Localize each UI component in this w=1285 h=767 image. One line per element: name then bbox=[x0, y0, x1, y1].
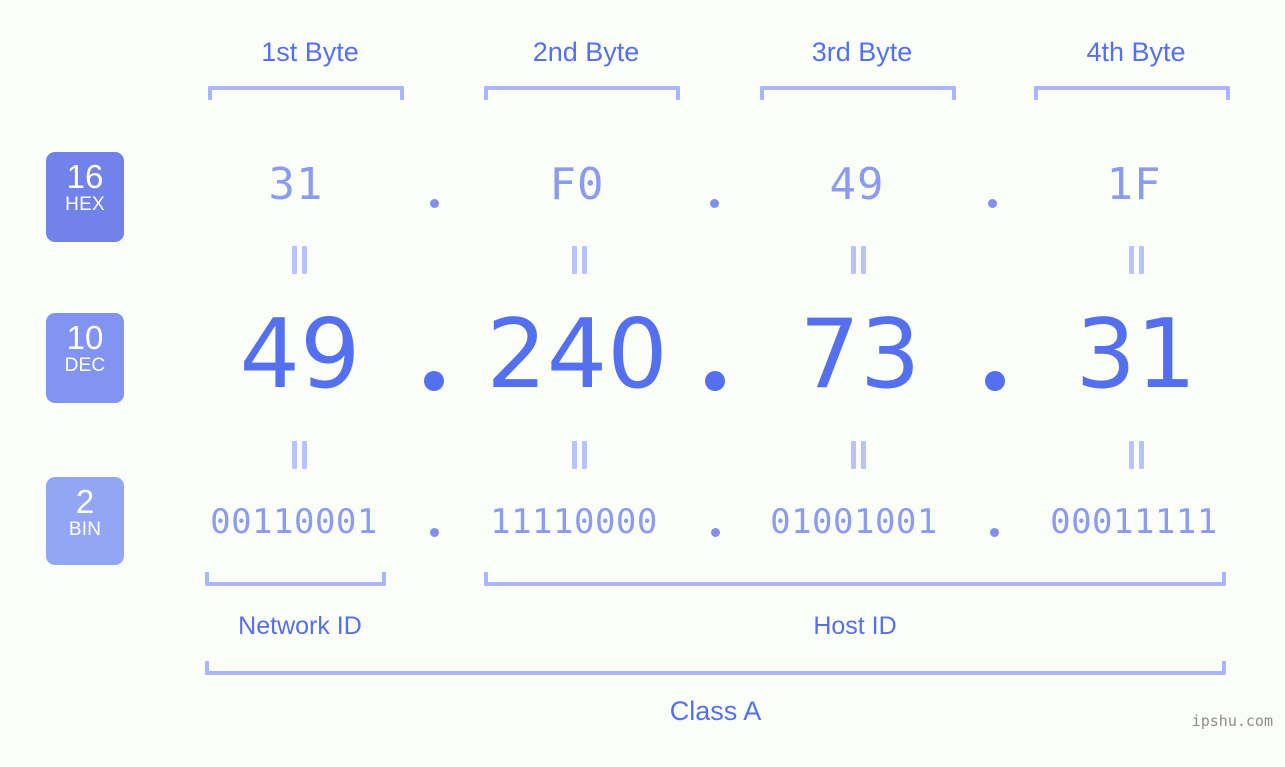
hex-octet-2: F0 bbox=[549, 159, 605, 210]
site-watermark: ipshu.com bbox=[1191, 712, 1273, 730]
host-id-label: Host ID bbox=[813, 612, 897, 640]
base-badge-bin-number: 2 bbox=[75, 483, 95, 520]
byte-header-3: 3rd Byte bbox=[811, 37, 913, 67]
hex-separator-dot-1 bbox=[430, 199, 439, 208]
hex-separator-dot-2 bbox=[710, 199, 719, 208]
equals-mark-dec-bin-3 bbox=[848, 441, 868, 469]
byte-bracket-2 bbox=[484, 86, 680, 100]
dec-octet-1: 49 bbox=[239, 300, 361, 410]
bin-octet-2: 11110000 bbox=[490, 502, 658, 542]
dec-separator-dot-2 bbox=[705, 371, 725, 391]
base-badge-hex-number: 16 bbox=[66, 158, 104, 195]
base-badge-dec-number: 10 bbox=[66, 319, 104, 356]
equals-mark-hex-dec-3 bbox=[848, 246, 868, 274]
dec-octet-3: 73 bbox=[799, 300, 921, 410]
equals-mark-hex-dec-2 bbox=[569, 246, 589, 274]
class-label: Class A bbox=[669, 696, 762, 726]
network-id-bracket bbox=[205, 572, 386, 586]
base-badge-bin-label: BIN bbox=[68, 519, 102, 540]
dec-octet-4: 31 bbox=[1075, 300, 1197, 410]
byte-bracket-4 bbox=[1034, 86, 1230, 100]
byte-bracket-3 bbox=[760, 86, 956, 100]
dec-separator-dot-3 bbox=[985, 371, 1005, 391]
dec-octet-2: 240 bbox=[486, 300, 668, 410]
ip-address-breakdown-diagram: 1st Byte 2nd Byte 3rd Byte 4th Byte 16 H… bbox=[0, 0, 1285, 767]
base-badge-bin: 2 BIN bbox=[46, 477, 124, 565]
dec-separator-dot-1 bbox=[424, 371, 444, 391]
equals-mark-hex-dec-1 bbox=[289, 246, 309, 274]
byte-header-4: 4th Byte bbox=[1086, 37, 1186, 67]
hex-octet-1: 31 bbox=[268, 159, 324, 210]
bin-octet-3: 01001001 bbox=[770, 502, 938, 542]
base-badge-hex-label: HEX bbox=[65, 194, 105, 215]
base-badge-dec: 10 DEC bbox=[46, 313, 124, 403]
byte-header-2: 2nd Byte bbox=[532, 37, 640, 67]
bin-separator-dot-2 bbox=[711, 528, 720, 537]
host-id-bracket bbox=[484, 572, 1226, 586]
hex-separator-dot-3 bbox=[988, 199, 997, 208]
bin-octet-1: 00110001 bbox=[210, 502, 378, 542]
hex-octet-4: 1F bbox=[1106, 159, 1162, 210]
equals-mark-dec-bin-4 bbox=[1126, 441, 1146, 469]
equals-mark-dec-bin-2 bbox=[569, 441, 589, 469]
bin-separator-dot-1 bbox=[430, 528, 439, 537]
equals-mark-hex-dec-4 bbox=[1126, 246, 1146, 274]
equals-mark-dec-bin-1 bbox=[289, 441, 309, 469]
hex-octet-3: 49 bbox=[829, 159, 885, 210]
base-badge-hex: 16 HEX bbox=[46, 152, 124, 242]
byte-header-1: 1st Byte bbox=[261, 37, 359, 67]
base-badge-dec-label: DEC bbox=[64, 355, 106, 376]
bin-separator-dot-3 bbox=[990, 528, 999, 537]
byte-bracket-1 bbox=[208, 86, 404, 100]
class-bracket bbox=[205, 661, 1226, 675]
bin-octet-4: 00011111 bbox=[1050, 502, 1218, 542]
network-id-label: Network ID bbox=[238, 612, 362, 640]
